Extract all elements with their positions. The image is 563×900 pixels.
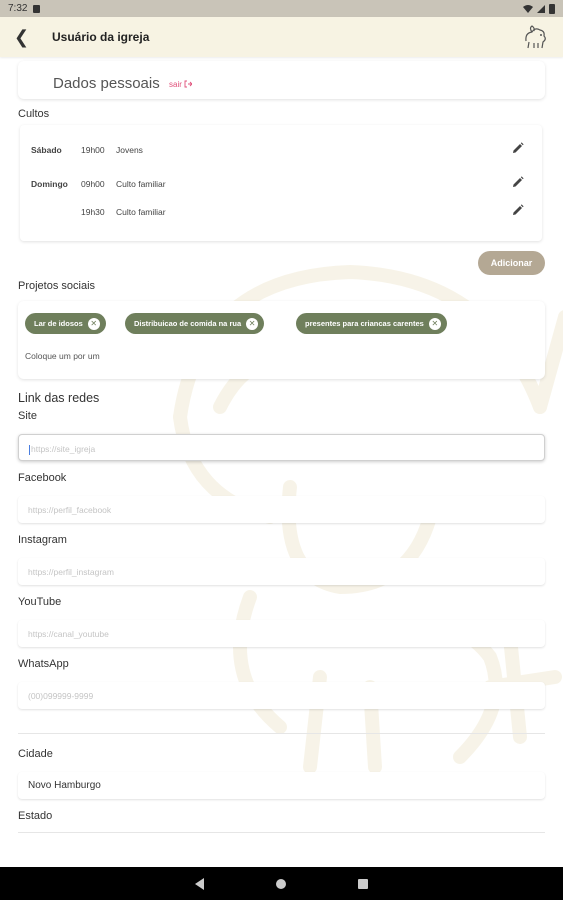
links-section-title: Link das redes [18,391,100,405]
page-title: Usuário da igreja [52,30,150,44]
cidade-label: Cidade [18,748,53,760]
remove-chip-icon[interactable]: ✕ [428,317,441,330]
nav-back-icon[interactable] [195,877,204,890]
project-chip[interactable]: Lar de idosos ✕ [25,313,106,334]
sd-card-icon [33,4,41,13]
instagram-input[interactable]: https://perfil_instagram [18,558,545,585]
logout-link[interactable]: sair [169,80,192,89]
edit-pencil-icon[interactable] [512,142,524,154]
cultos-label: Cultos [18,108,50,120]
project-chip[interactable]: Distribuicao de comida na rua ✕ [125,313,265,334]
logout-label: sair [169,80,182,89]
culto-time: 19h30 [81,207,105,217]
projetos-card[interactable]: Lar de idosos ✕ Distribuicao de comida n… [18,301,545,379]
cultos-card: Sábado 19h00 Jovens Domingo 09h00 Culto … [20,125,542,241]
culto-time: 09h00 [81,179,105,189]
edit-pencil-icon[interactable] [512,204,524,216]
back-arrow-icon[interactable]: ❮ [14,27,38,48]
system-navigation-bar [0,867,563,900]
project-chip[interactable]: presentes para criancas carentes ✕ [296,313,447,334]
youtube-placeholder: https://canal_youtube [28,629,109,639]
culto-time: 19h00 [81,145,105,155]
site-placeholder: https://site_igreja [31,444,96,454]
signal-icon [537,4,545,13]
instagram-label: Instagram [18,534,67,546]
cidade-value: Novo Hamburgo [28,780,101,791]
culto-description: Jovens [116,145,143,155]
remove-chip-icon[interactable]: ✕ [246,317,259,330]
youtube-label: YouTube [18,596,62,608]
status-bar: 7:32 [0,0,563,17]
wifi-icon [523,4,533,13]
culto-day: Sábado [31,145,62,155]
chip-label: Lar de idosos [34,319,83,328]
nav-recents-icon[interactable] [358,878,368,889]
site-input[interactable]: https://site_igreja [18,434,545,461]
whatsapp-input[interactable]: (00)099999-9999 [18,682,545,709]
status-time: 7:32 [8,3,28,14]
youtube-input[interactable]: https://canal_youtube [18,620,545,647]
cidade-input[interactable]: Novo Hamburgo [18,772,545,799]
estado-field-underline[interactable] [18,832,545,833]
nav-home-icon[interactable] [276,878,286,889]
add-culto-button[interactable]: Adicionar [478,251,545,275]
culto-day: Domingo [31,179,68,189]
whatsapp-placeholder: (00)099999-9999 [28,691,94,701]
projetos-input[interactable]: Coloque um por um [25,351,100,361]
app-bar: ❮ Usuário da igreja [0,17,563,57]
logout-icon [184,80,192,88]
culto-description: Culto familiar [116,207,166,217]
facebook-placeholder: https://perfil_facebook [28,505,112,515]
remove-chip-icon[interactable]: ✕ [87,317,100,330]
site-label: Site [18,410,37,422]
personal-data-title: Dados pessoais [53,75,160,92]
culto-description: Culto familiar [116,179,166,189]
edit-pencil-icon[interactable] [512,176,524,188]
lamb-logo-icon [525,25,546,49]
chip-label: Distribuicao de comida na rua [134,319,242,328]
whatsapp-label: WhatsApp [18,658,69,670]
facebook-input[interactable]: https://perfil_facebook [18,496,545,523]
personal-data-card: Dados pessoais sair [18,61,545,99]
form-content[interactable]: Dados pessoais sair Cultos Sábado 19h00 … [0,57,563,867]
battery-icon [549,3,555,14]
estado-label: Estado [18,810,53,822]
instagram-placeholder: https://perfil_instagram [28,567,114,577]
facebook-label: Facebook [18,472,67,484]
chip-label: presentes para criancas carentes [305,319,424,328]
text-cursor [29,444,30,455]
section-divider [18,733,545,734]
projetos-label: Projetos sociais [18,280,96,292]
